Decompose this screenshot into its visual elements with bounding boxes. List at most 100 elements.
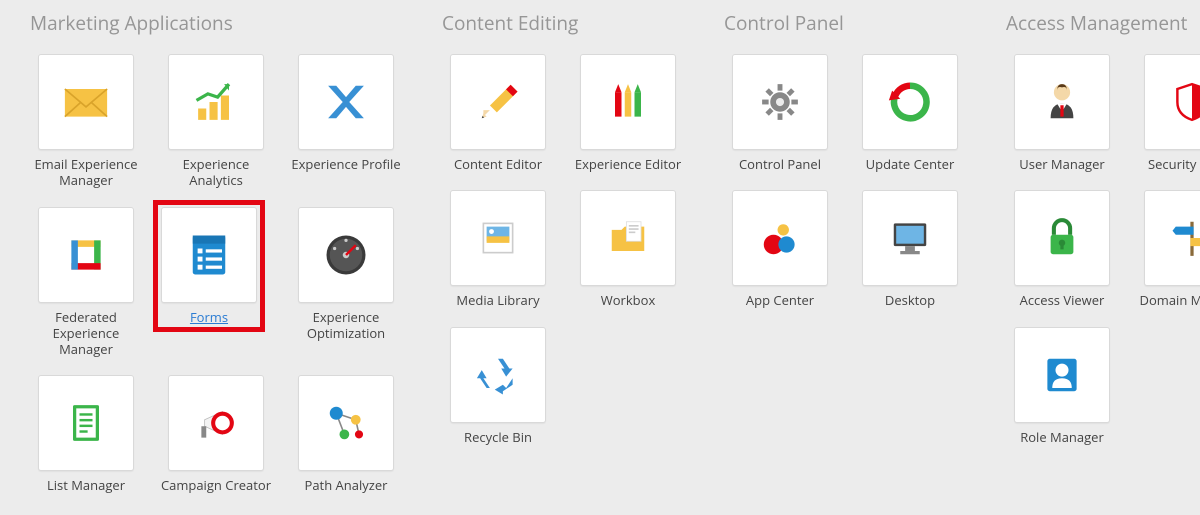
launchpad: Marketing Applications Email Experience …	[0, 0, 1200, 504]
tile-path-analyzer[interactable]: Path Analyzer	[290, 375, 402, 493]
tile-box	[732, 54, 828, 150]
section-title-access-management: Access Management	[1006, 10, 1200, 36]
tile-domain-manager[interactable]: Domain Manager	[1136, 190, 1200, 308]
grid-marketing: Email Experience Manager Experience Anal…	[30, 54, 402, 494]
tile-box	[1014, 190, 1110, 286]
tile-box	[168, 54, 264, 150]
tile-label: List Manager	[47, 477, 125, 493]
tile-label: Media Library	[456, 292, 539, 308]
user-silhouette-icon	[1036, 349, 1088, 401]
lock-icon	[1036, 212, 1088, 264]
tile-box	[1144, 54, 1200, 150]
tile-label: Content Editor	[454, 156, 542, 172]
section-access-management: Access Management User Manager Security …	[1006, 10, 1200, 494]
photo-icon	[472, 212, 524, 264]
tile-federated-experience-manager[interactable]: Federated Experience Manager	[30, 207, 142, 358]
tile-label: Federated Experience Manager	[30, 309, 142, 358]
section-title-marketing: Marketing Applications	[30, 10, 402, 36]
tile-label: Experience Profile	[291, 156, 400, 172]
tile-label: Desktop	[885, 292, 935, 308]
tile-label: Workbox	[601, 292, 656, 308]
tile-experience-editor[interactable]: Experience Editor	[572, 54, 684, 172]
tile-label: Update Center	[866, 156, 955, 172]
tile-box	[298, 207, 394, 303]
tile-label: Campaign Creator	[161, 477, 271, 493]
refresh-circle-icon	[884, 76, 936, 128]
tile-label: Role Manager	[1020, 429, 1104, 445]
tile-app-center[interactable]: App Center	[724, 190, 836, 308]
tile-label: Email Experience Manager	[30, 156, 142, 189]
tile-experience-profile[interactable]: Experience Profile	[290, 54, 402, 172]
user-person-icon	[1036, 76, 1088, 128]
section-control-panel: Control Panel Control Panel Update Cente…	[724, 10, 966, 494]
pencil-icon	[472, 76, 524, 128]
tile-email-experience-manager[interactable]: Email Experience Manager	[30, 54, 142, 189]
tile-campaign-creator[interactable]: Campaign Creator	[160, 375, 272, 493]
tile-label: Recycle Bin	[464, 429, 532, 445]
tile-desktop[interactable]: Desktop	[854, 190, 966, 308]
tile-recycle-bin[interactable]: Recycle Bin	[442, 327, 554, 445]
tile-label: Experience Optimization	[290, 309, 402, 342]
section-title-content-editing: Content Editing	[442, 10, 684, 36]
envelope-icon	[60, 76, 112, 128]
tile-box	[1014, 327, 1110, 423]
grid-access-management: User Manager Security Editor Access View…	[1006, 54, 1200, 445]
tile-box	[161, 207, 257, 303]
grid-content-editing: Content Editor Experience Editor Media L…	[442, 54, 684, 445]
circles-icon	[754, 212, 806, 264]
gauge-icon	[320, 229, 372, 281]
path-nodes-icon	[320, 397, 372, 449]
tile-experience-analytics[interactable]: Experience Analytics	[160, 54, 272, 189]
tile-box	[580, 54, 676, 150]
tile-box	[862, 190, 958, 286]
tile-label: Domain Manager	[1140, 292, 1200, 308]
tile-box	[732, 190, 828, 286]
tile-label: Control Panel	[739, 156, 821, 172]
tile-list-manager[interactable]: List Manager	[30, 375, 142, 493]
section-marketing: Marketing Applications Email Experience …	[30, 10, 402, 494]
crayons-icon	[602, 76, 654, 128]
section-content-editing: Content Editing Content Editor Experienc…	[442, 10, 684, 494]
tile-media-library[interactable]: Media Library	[442, 190, 554, 308]
tile-label: Experience Editor	[575, 156, 681, 172]
monitor-icon	[884, 212, 936, 264]
tile-user-manager[interactable]: User Manager	[1006, 54, 1118, 172]
gear-icon	[754, 76, 806, 128]
tile-security-editor[interactable]: Security Editor	[1136, 54, 1200, 172]
tile-box	[168, 375, 264, 471]
tile-access-viewer[interactable]: Access Viewer	[1006, 190, 1118, 308]
x-profile-icon	[320, 76, 372, 128]
tile-box	[862, 54, 958, 150]
tile-box	[38, 54, 134, 150]
signpost-icon	[1166, 212, 1200, 264]
tile-box	[580, 190, 676, 286]
tile-box	[450, 54, 546, 150]
tile-experience-optimization[interactable]: Experience Optimization	[290, 207, 402, 342]
section-title-control-panel: Control Panel	[724, 10, 966, 36]
federated-square-icon	[60, 229, 112, 281]
tile-box	[450, 327, 546, 423]
tile-box	[450, 190, 546, 286]
tile-label: Path Analyzer	[305, 477, 388, 493]
forms-icon	[183, 229, 235, 281]
shield-icon	[1166, 76, 1200, 128]
tile-label: App Center	[746, 292, 814, 308]
tile-box	[38, 375, 134, 471]
tile-role-manager[interactable]: Role Manager	[1006, 327, 1118, 445]
tile-control-panel[interactable]: Control Panel	[724, 54, 836, 172]
tile-box	[298, 375, 394, 471]
tile-box	[1014, 54, 1110, 150]
tile-box	[1144, 190, 1200, 286]
tile-label: User Manager	[1019, 156, 1104, 172]
tile-box	[298, 54, 394, 150]
recycle-icon	[472, 349, 524, 401]
tile-content-editor[interactable]: Content Editor	[442, 54, 554, 172]
tile-label: Security Editor	[1148, 156, 1200, 172]
tile-forms[interactable]: Forms	[153, 200, 265, 332]
tile-label: Experience Analytics	[160, 156, 272, 189]
tile-workbox[interactable]: Workbox	[572, 190, 684, 308]
tile-update-center[interactable]: Update Center	[854, 54, 966, 172]
analytics-chart-icon	[190, 76, 242, 128]
tile-label: Access Viewer	[1020, 292, 1105, 308]
folder-document-icon	[602, 212, 654, 264]
